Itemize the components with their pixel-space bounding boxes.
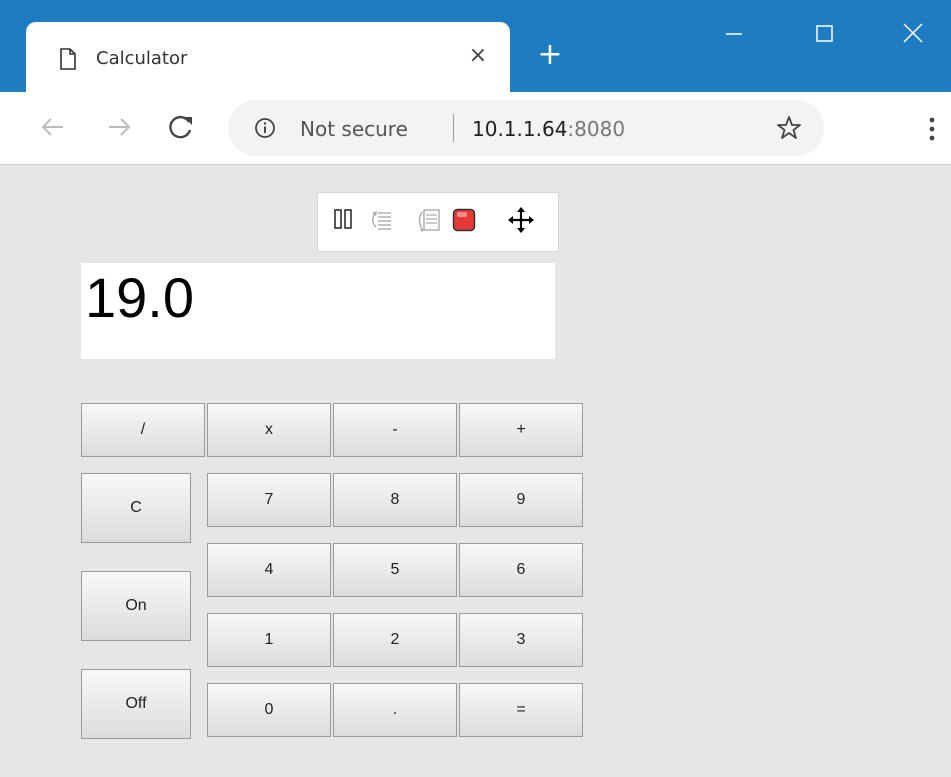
tab-close-icon[interactable]: × bbox=[466, 44, 490, 68]
browser-tab[interactable]: Calculator × bbox=[26, 22, 510, 92]
minimize-icon[interactable] bbox=[712, 18, 756, 48]
digit-6-button[interactable]: 6 bbox=[459, 543, 583, 597]
omnibox-divider bbox=[453, 114, 454, 142]
digit-0-button[interactable]: 0 bbox=[207, 683, 331, 737]
calculator-display: 19.0 bbox=[81, 263, 555, 359]
bookmark-star-icon[interactable] bbox=[776, 115, 802, 141]
move-icon[interactable] bbox=[508, 207, 534, 233]
url-host: 10.1.1.64 bbox=[472, 117, 568, 141]
browser-toolbar: Not secure 10.1.1.64:8080 bbox=[0, 92, 951, 165]
equals-button[interactable]: = bbox=[459, 683, 583, 737]
step-over-icon[interactable] bbox=[368, 207, 394, 233]
digit-7-button[interactable]: 7 bbox=[207, 473, 331, 527]
stop-icon[interactable] bbox=[452, 208, 476, 232]
pause-icon[interactable] bbox=[334, 207, 352, 231]
digit-8-button[interactable]: 8 bbox=[333, 473, 457, 527]
digit-4-button[interactable]: 4 bbox=[207, 543, 331, 597]
back-arrow-icon[interactable] bbox=[36, 110, 70, 144]
address-bar[interactable]: Not secure 10.1.1.64:8080 bbox=[228, 100, 824, 156]
on-button[interactable]: On bbox=[81, 571, 191, 641]
menu-icon[interactable] bbox=[924, 114, 940, 144]
reload-icon[interactable] bbox=[164, 110, 198, 144]
page-content: 19.0 / x - + C On Off 7 8 9 4 5 6 1 2 3 … bbox=[0, 165, 951, 777]
maximize-icon[interactable] bbox=[802, 18, 846, 48]
debug-toolbar bbox=[317, 192, 559, 252]
display-value: 19.0 bbox=[85, 266, 194, 329]
window-close-icon[interactable] bbox=[892, 18, 936, 48]
clear-button[interactable]: C bbox=[81, 473, 191, 543]
step-into-icon[interactable] bbox=[416, 207, 442, 233]
forward-arrow-icon[interactable] bbox=[102, 110, 136, 144]
off-button[interactable]: Off bbox=[81, 669, 191, 739]
security-label: Not secure bbox=[300, 117, 408, 141]
add-button[interactable]: + bbox=[459, 403, 583, 457]
digit-1-button[interactable]: 1 bbox=[207, 613, 331, 667]
info-icon[interactable] bbox=[254, 117, 276, 139]
tab-title: Calculator bbox=[96, 48, 188, 69]
subtract-button[interactable]: - bbox=[333, 403, 457, 457]
document-icon bbox=[60, 48, 76, 70]
digit-3-button[interactable]: 3 bbox=[459, 613, 583, 667]
multiply-button[interactable]: x bbox=[207, 403, 331, 457]
browser-titlebar: Calculator × + bbox=[0, 0, 951, 92]
url-text: 10.1.1.64:8080 bbox=[472, 117, 625, 141]
new-tab-icon[interactable]: + bbox=[535, 40, 565, 70]
digit-5-button[interactable]: 5 bbox=[333, 543, 457, 597]
digit-9-button[interactable]: 9 bbox=[459, 473, 583, 527]
url-port: :8080 bbox=[567, 117, 626, 141]
digit-2-button[interactable]: 2 bbox=[333, 613, 457, 667]
divide-button[interactable]: / bbox=[81, 403, 205, 457]
decimal-button[interactable]: . bbox=[333, 683, 457, 737]
